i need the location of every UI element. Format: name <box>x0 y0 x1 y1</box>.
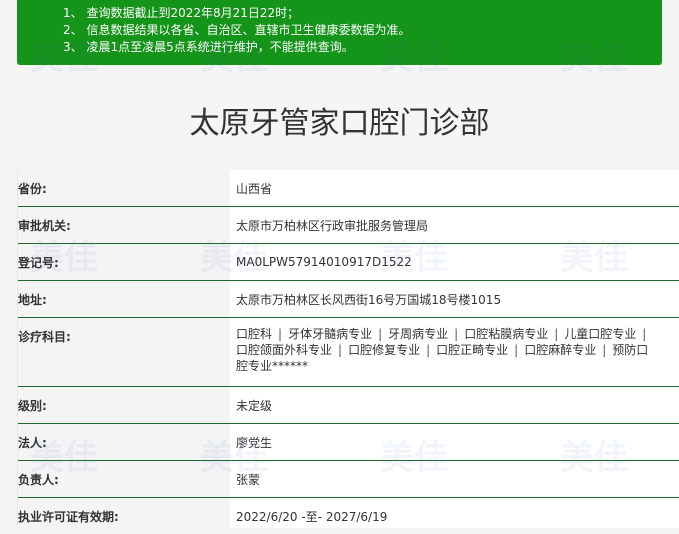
row-province: 省份: 山西省 <box>18 170 679 207</box>
province-label: 省份: <box>18 170 230 206</box>
level-label: 级别: <box>18 387 230 423</box>
subject-separator: | <box>642 327 647 341</box>
notice-banner: 1、 查询数据截止到2022年8月21日22时； 2、 信息数据结果以各省、自治… <box>17 0 662 65</box>
subject-item: 口腔科 <box>236 327 273 341</box>
subject-separator: | <box>338 343 343 357</box>
level-value: 未定级 <box>236 398 273 413</box>
subject-item: 口腔颌面外科专业 <box>236 343 333 357</box>
subject-item: 口腔粘膜病专业 <box>464 327 549 341</box>
subject-separator: | <box>454 327 459 341</box>
license-validity-value: 2022/6/20 -至- 2027/6/19 <box>236 509 388 524</box>
subject-item: 儿童口腔专业 <box>564 327 637 341</box>
row-level: 级别: 未定级 <box>18 387 679 424</box>
notice-list: 1、 查询数据截止到2022年8月21日22时； 2、 信息数据结果以各省、自治… <box>17 0 662 56</box>
province-value: 山西省 <box>236 181 273 196</box>
approval-label: 审批机关: <box>18 207 230 243</box>
subject-item: 口腔麻醉专业 <box>524 343 597 357</box>
principal-value: 张蒙 <box>236 472 261 487</box>
legal-person-label: 法人: <box>18 424 230 460</box>
subject-item: 牙周病专业 <box>388 327 449 341</box>
approval-value: 太原市万柏林区行政审批服务管理局 <box>236 218 429 233</box>
subject-separator: | <box>514 343 519 357</box>
notice-item: 1、 查询数据截止到2022年8月21日22时； <box>63 6 300 20</box>
subject-separator: | <box>278 327 283 341</box>
subject-separator: | <box>554 327 559 341</box>
subjects-label: 诊疗科目: <box>18 318 230 386</box>
legal-person-value: 廖党生 <box>236 435 273 450</box>
register-no-value: MA0LPW57914010917D1522 <box>236 255 412 269</box>
subject-item: 牙体牙髓病专业 <box>288 327 373 341</box>
row-license-validity: 执业许可证有效期: 2022/6/20 -至- 2027/6/19 <box>18 498 679 534</box>
row-principal: 负责人: 张蒙 <box>18 461 679 498</box>
subject-separator: | <box>602 343 607 357</box>
notice-item: 3、 凌晨1点至凌晨5点系统进行维护，不能提供查询。 <box>63 40 354 54</box>
register-no-label: 登记号: <box>18 244 230 280</box>
row-approval: 审批机关: 太原市万柏林区行政审批服务管理局 <box>18 207 679 244</box>
subjects-value: 口腔科 | 牙体牙髓病专业 | 牙周病专业 | 口腔粘膜病专业 | 儿童口腔专业 | 口腔颌面外科专… <box>236 318 658 386</box>
subject-separator: | <box>426 343 431 357</box>
subject-item: 口腔修复专业 <box>348 343 421 357</box>
row-address: 地址: 太原市万柏林区长风西街16号万国城18号楼1015 <box>18 281 679 318</box>
info-table: 省份: 山西省 审批机关: 太原市万柏林区行政审批服务管理局 登记号: MA0L… <box>17 170 679 534</box>
license-validity-label: 执业许可证有效期: <box>18 498 230 534</box>
row-register-no: 登记号: MA0LPW57914010917D1522 <box>18 244 679 281</box>
address-value: 太原市万柏林区长风西街16号万国城18号楼1015 <box>236 292 502 307</box>
address-label: 地址: <box>18 281 230 317</box>
subject-item: 口腔正畸专业 <box>436 343 509 357</box>
subject-separator: | <box>378 327 383 341</box>
row-subjects: 诊疗科目: 口腔科 | 牙体牙髓病专业 | 牙周病专业 | 口腔粘膜病专业 | 儿童口腔专业 |口… <box>18 318 679 387</box>
row-legal-person: 法人: 廖党生 <box>18 424 679 461</box>
principal-label: 负责人: <box>18 461 230 497</box>
page-title: 太原牙管家口腔门诊部 <box>189 106 490 141</box>
notice-item: 2、 信息数据结果以各省、自治区、直辖市卫生健康委数据为准。 <box>63 23 411 37</box>
